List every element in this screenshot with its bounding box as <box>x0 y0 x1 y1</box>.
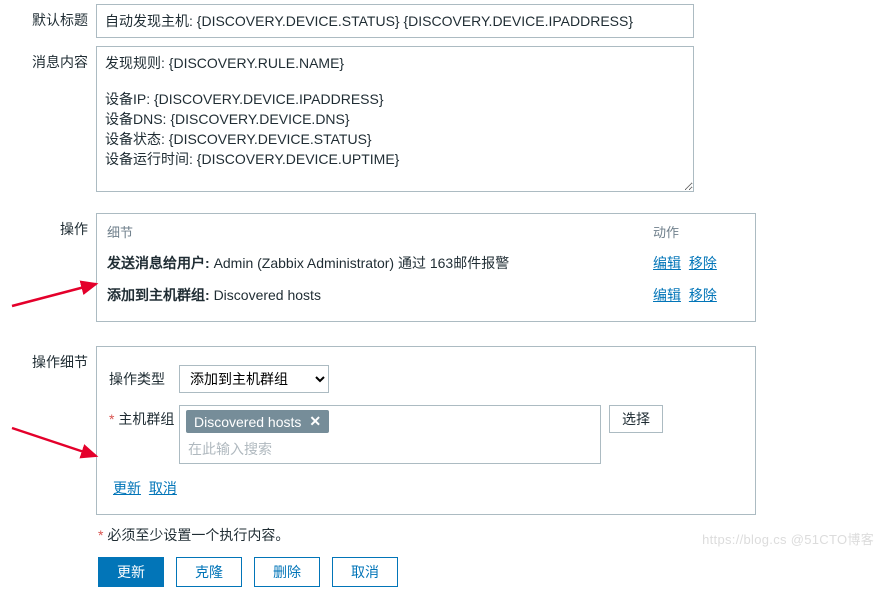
label-host-group: 主机群组 <box>109 405 179 429</box>
op-value: Discovered hosts <box>214 287 321 303</box>
label-default-subject: 默认标题 <box>0 4 96 30</box>
delete-button[interactable]: 删除 <box>254 557 320 587</box>
op-label: 添加到主机群组: <box>107 287 210 303</box>
default-subject-input[interactable] <box>96 4 694 38</box>
operation-detail-box: 操作类型 添加到主机群组 主机群组 Discovered hosts ✕ <box>96 346 756 515</box>
host-group-tag: Discovered hosts ✕ <box>186 410 329 433</box>
cancel-button[interactable]: 取消 <box>332 557 398 587</box>
message-textarea[interactable]: 发现规则: {DISCOVERY.RULE.NAME} 设备IP: {DISCO… <box>96 46 694 192</box>
table-row: 发送消息给用户: Admin (Zabbix Administrator) 通过… <box>107 247 745 279</box>
col-details: 细节 <box>107 222 653 241</box>
edit-link[interactable]: 编辑 <box>653 255 681 271</box>
remove-link[interactable]: 移除 <box>689 255 717 271</box>
operation-type-select[interactable]: 添加到主机群组 <box>179 365 329 393</box>
update-button[interactable]: 更新 <box>98 557 164 587</box>
detail-update-link[interactable]: 更新 <box>113 480 141 496</box>
host-group-search-input[interactable] <box>180 435 600 463</box>
table-row: 添加到主机群组: Discovered hosts 编辑 移除 <box>107 279 745 311</box>
host-group-tagbox[interactable]: Discovered hosts ✕ <box>179 405 601 464</box>
clone-button[interactable]: 克隆 <box>176 557 242 587</box>
label-operations: 操作 <box>0 213 96 239</box>
label-message: 消息内容 <box>0 46 96 72</box>
col-action: 动作 <box>653 222 745 241</box>
label-operation-detail: 操作细节 <box>0 346 96 372</box>
remove-link[interactable]: 移除 <box>689 287 717 303</box>
op-label: 发送消息给用户: <box>107 255 210 271</box>
op-value: Admin (Zabbix Administrator) 通过 163邮件报警 <box>214 255 510 271</box>
select-button[interactable]: 选择 <box>609 405 663 433</box>
label-operation-type: 操作类型 <box>109 365 179 389</box>
edit-link[interactable]: 编辑 <box>653 287 681 303</box>
detail-cancel-link[interactable]: 取消 <box>149 480 177 496</box>
tag-text: Discovered hosts <box>194 414 301 430</box>
operations-table: 细节 动作 发送消息给用户: Admin (Zabbix Administrat… <box>96 213 756 322</box>
tag-remove-icon[interactable]: ✕ <box>309 413 321 430</box>
required-note: 必须至少设置一个执行内容。 <box>96 515 862 557</box>
